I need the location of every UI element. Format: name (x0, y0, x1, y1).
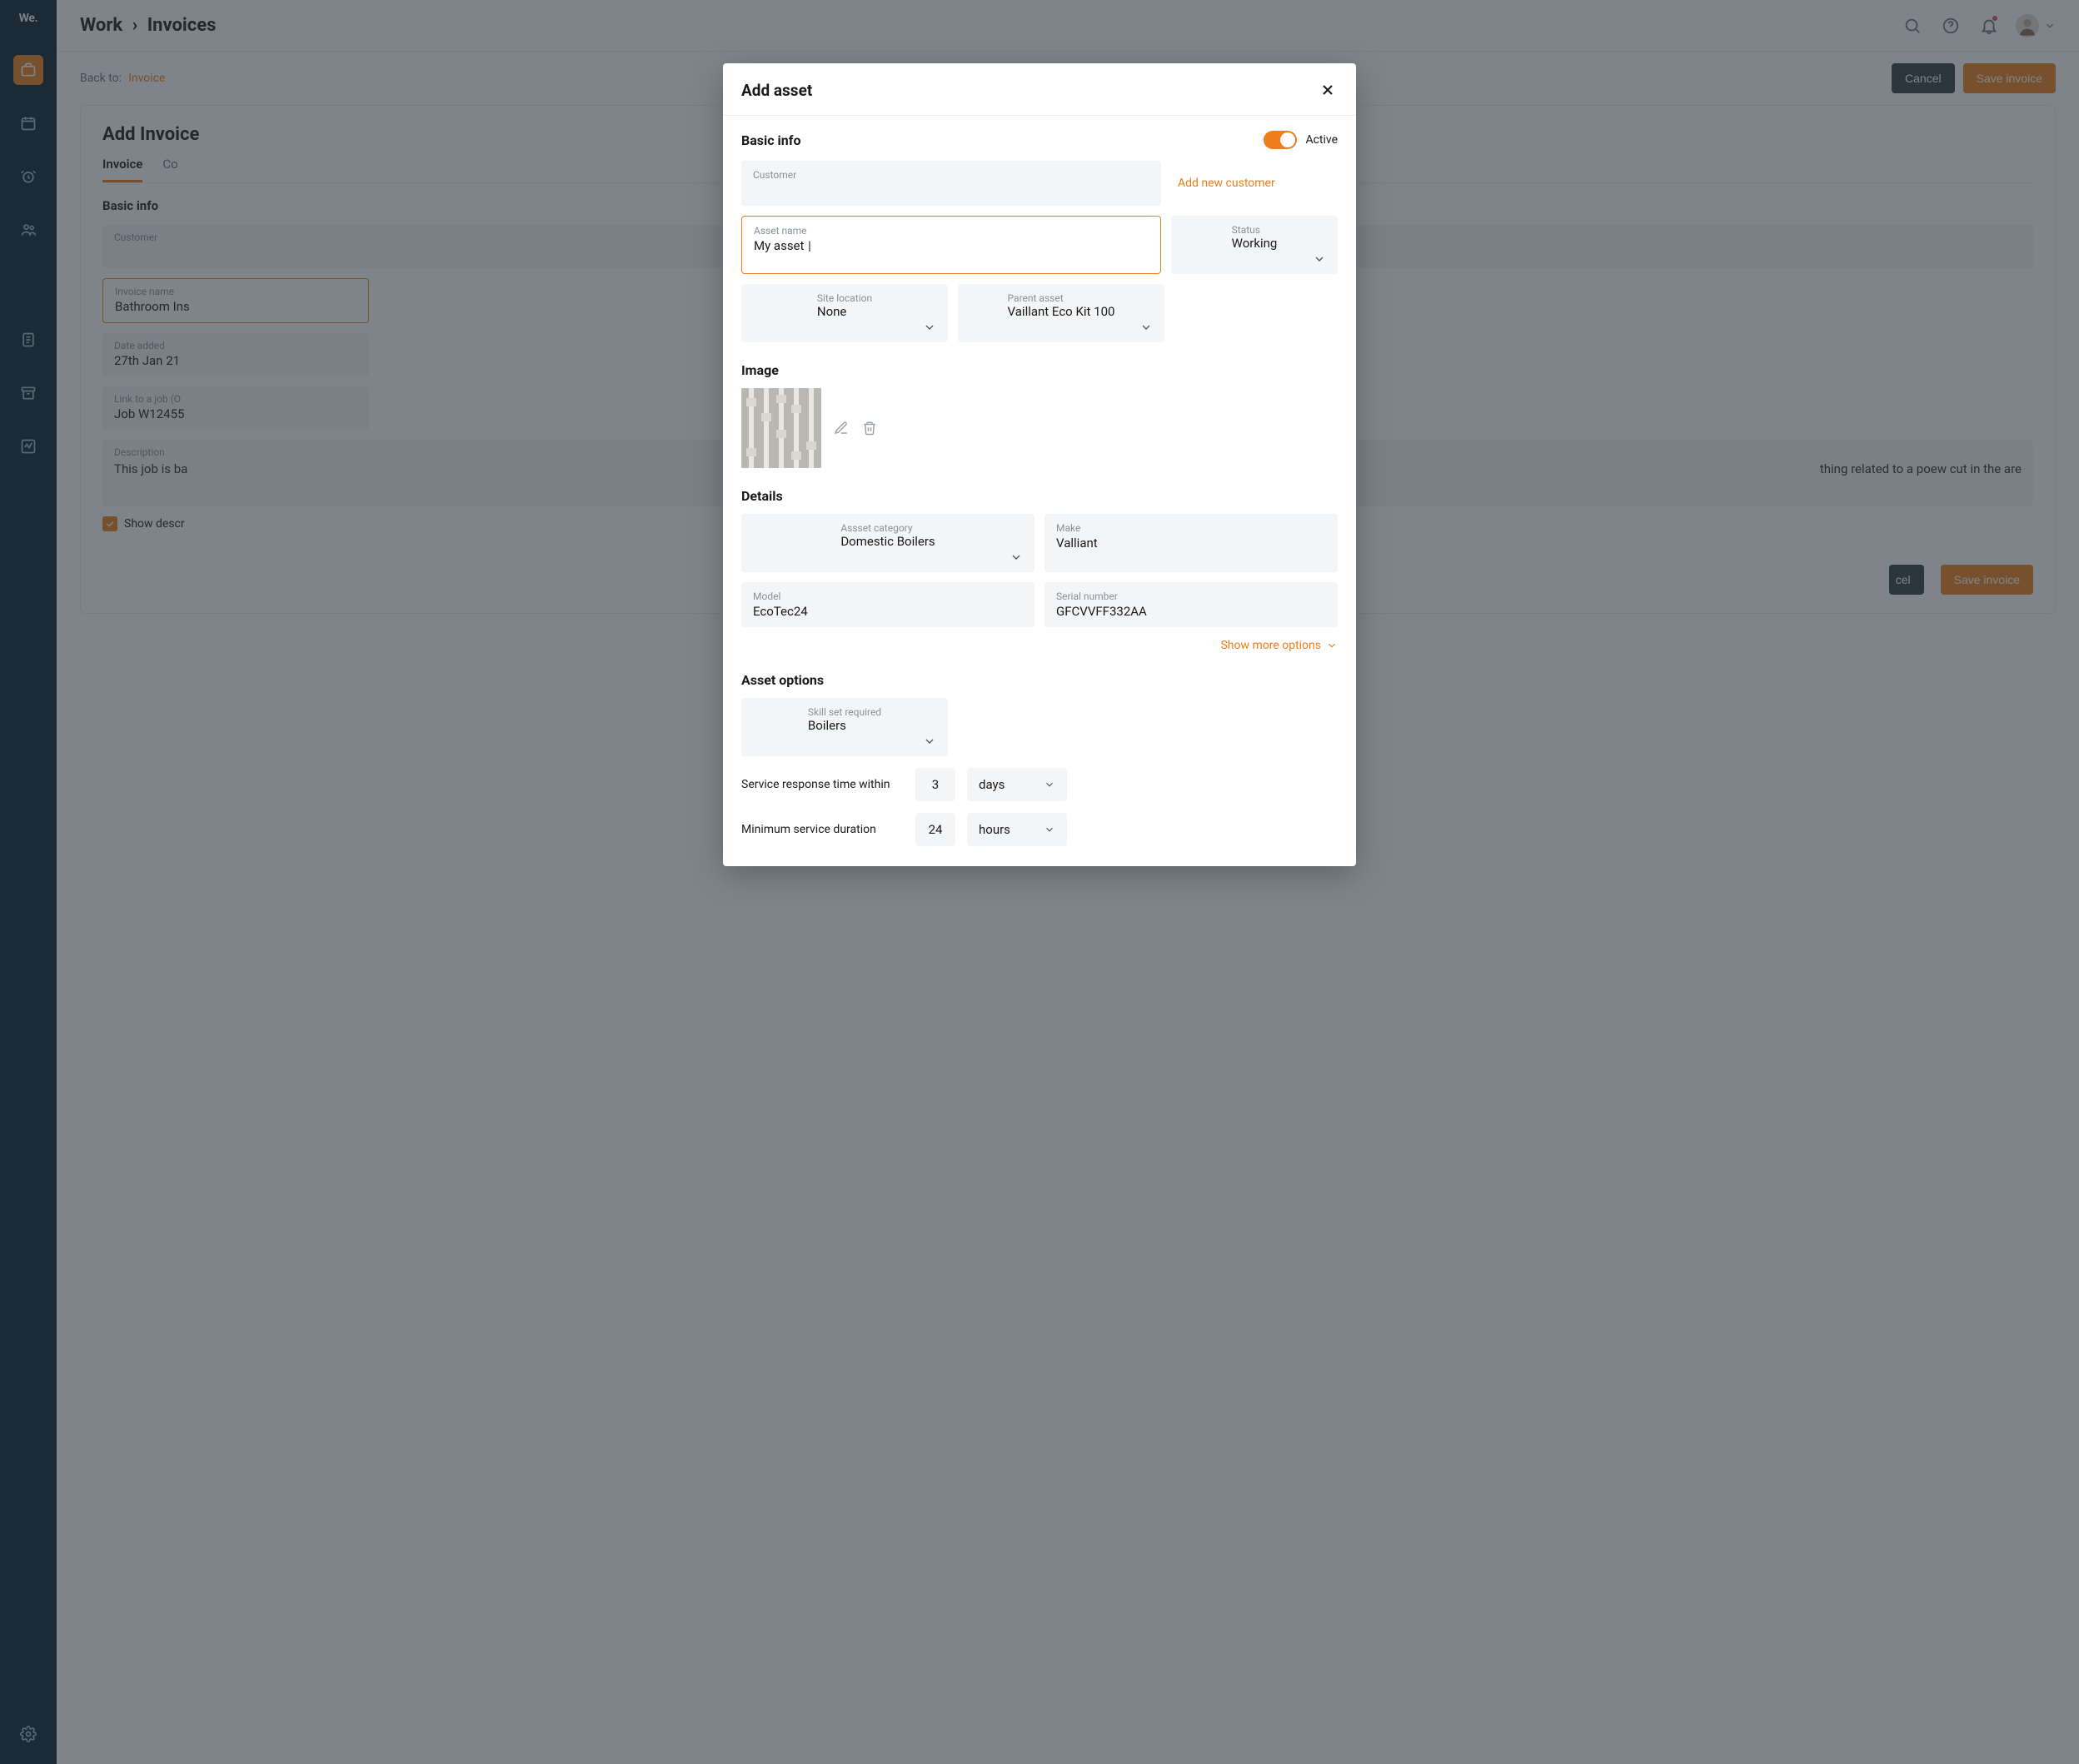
active-toggle[interactable]: Active (1264, 131, 1338, 149)
add-new-customer-link[interactable]: Add new customer (1171, 177, 1338, 190)
parent-asset-select[interactable]: Parent asset Vaillant Eco Kit 100 (958, 284, 1164, 342)
response-unit-select[interactable]: days (967, 768, 1067, 801)
asset-category-select[interactable]: Assset category Domestic Boilers (741, 514, 1035, 572)
min-duration-label: Minimum service duration (741, 823, 904, 836)
chevron-down-icon (1010, 551, 1023, 564)
close-icon[interactable] (1318, 80, 1338, 100)
serial-field[interactable]: Serial number GFCVVFF332AA (1044, 582, 1338, 627)
chevron-down-icon (923, 321, 936, 334)
skill-select[interactable]: Skill set required Boilers (741, 698, 948, 756)
response-value-input[interactable]: 3 (915, 768, 955, 801)
modal-overlay: Add asset Basic info Active Customer Add… (0, 0, 2079, 1764)
chevron-down-icon (1313, 252, 1326, 266)
chevron-down-icon (1044, 824, 1055, 835)
section-image: Image (741, 362, 1338, 378)
section-basic: Basic info (741, 132, 801, 148)
status-select[interactable]: Status Working (1171, 216, 1338, 274)
section-details: Details (741, 488, 1338, 504)
asset-image-thumb[interactable] (741, 388, 821, 468)
response-label: Service response time within (741, 778, 904, 791)
model-field[interactable]: Model EcoTec24 (741, 582, 1035, 627)
edit-image-icon[interactable] (833, 420, 850, 436)
chevron-down-icon (1044, 779, 1055, 790)
chevron-down-icon (923, 735, 936, 748)
section-options: Asset options (741, 672, 1338, 688)
chevron-down-icon (1326, 640, 1338, 651)
delete-image-icon[interactable] (861, 420, 878, 436)
add-asset-modal: Add asset Basic info Active Customer Add… (723, 63, 1356, 866)
chevron-down-icon (1139, 321, 1153, 334)
min-duration-value-input[interactable]: 24 (915, 813, 955, 846)
make-field[interactable]: Make Valliant (1044, 514, 1338, 572)
switch-icon (1264, 131, 1297, 149)
asset-name-field[interactable]: Asset name My asset (741, 216, 1161, 274)
modal-title: Add asset (741, 81, 812, 100)
min-duration-unit-select[interactable]: hours (967, 813, 1067, 846)
customer-field[interactable]: Customer (741, 161, 1161, 206)
site-location-select[interactable]: Site location None (741, 284, 948, 342)
show-more-options-link[interactable]: Show more options (1220, 639, 1338, 652)
